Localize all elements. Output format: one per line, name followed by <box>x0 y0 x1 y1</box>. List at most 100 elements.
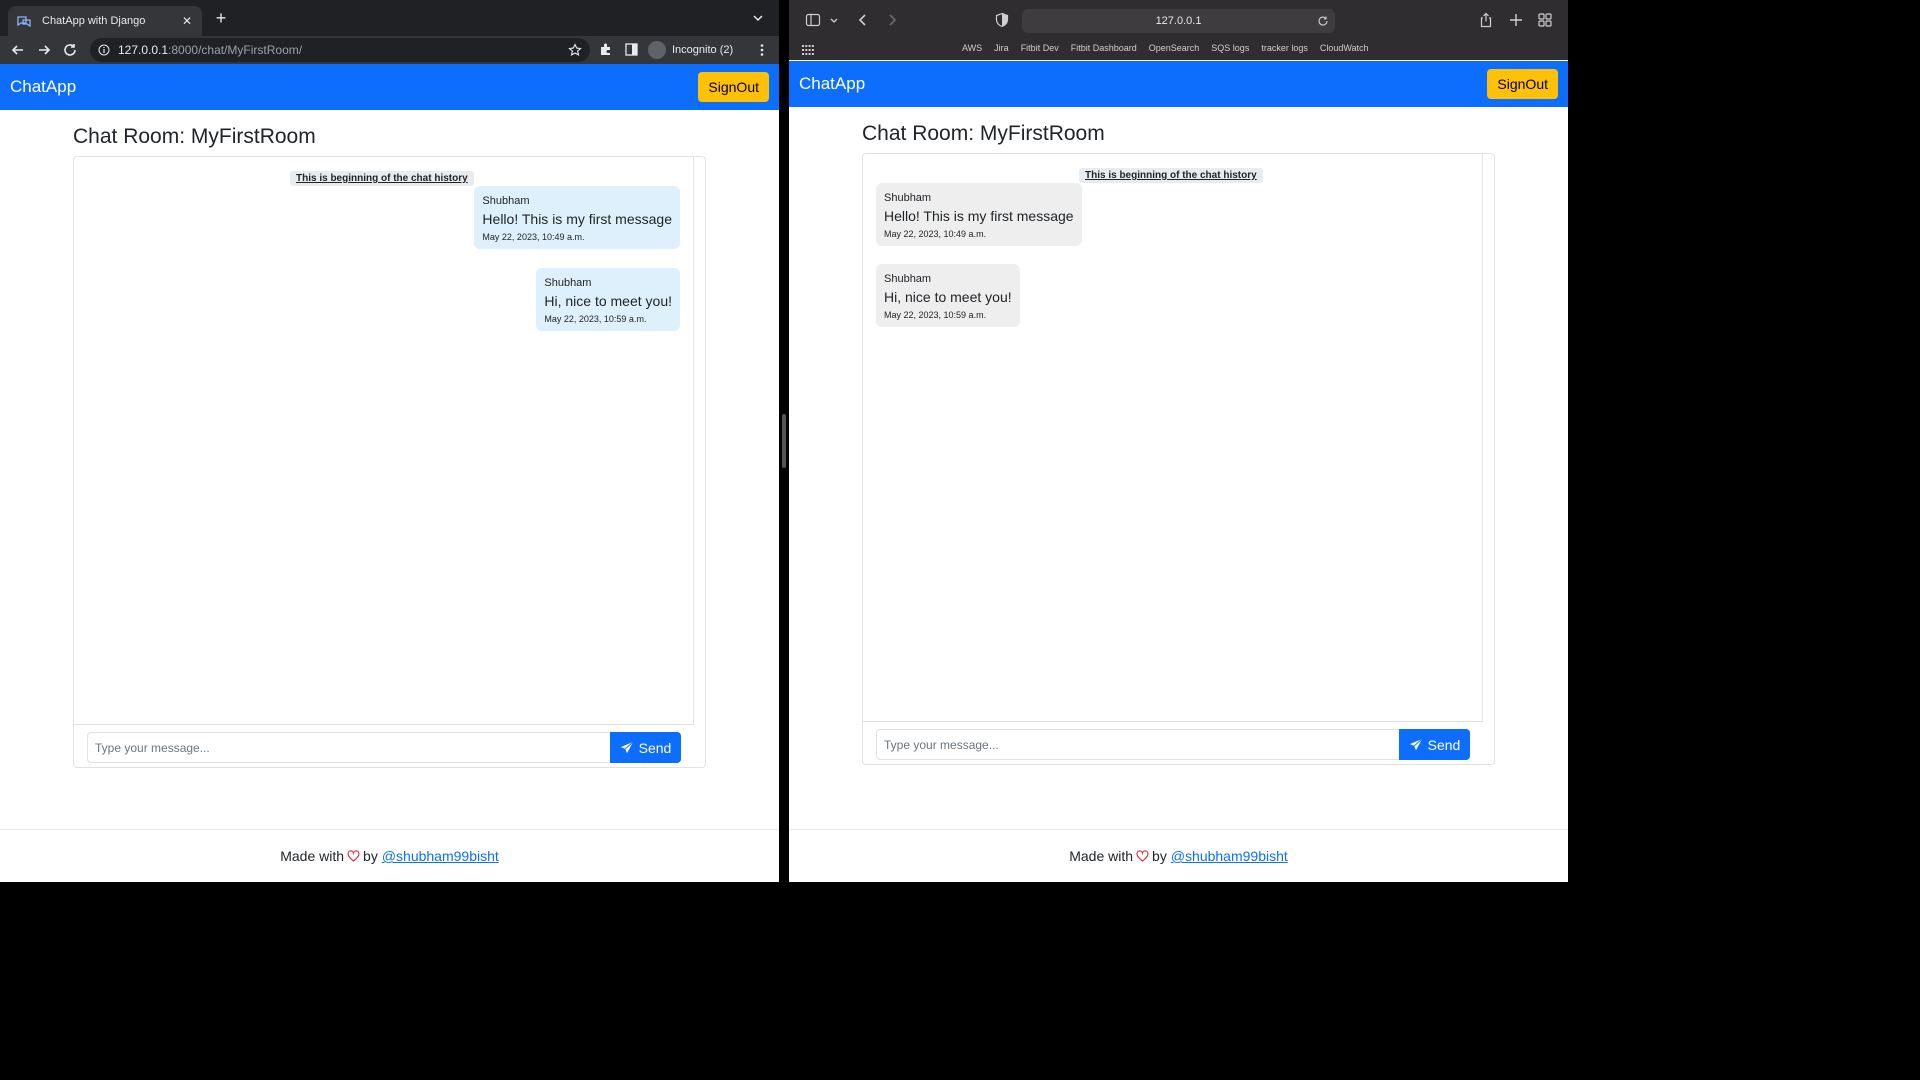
safari-toolbar: 127.0.0.1 <box>789 0 1568 40</box>
reload-icon[interactable] <box>61 41 79 59</box>
message-author: Shubham <box>482 195 530 207</box>
side-panel-icon[interactable] <box>624 42 639 57</box>
url-path: :8000/chat/MyFirstRoom/ <box>168 43 303 57</box>
message-bubble: Shubham Hi, nice to meet you! May 22, 20… <box>876 264 1020 327</box>
message-text: Hi, nice to meet you! <box>544 293 672 309</box>
message-author: Shubham <box>884 273 932 285</box>
safari-window: 127.0.0.1 AWS Jira Fitbit Dev Fitbit Das… <box>789 0 1568 882</box>
send-button[interactable]: Send <box>610 732 681 763</box>
privacy-shield-icon[interactable] <box>994 12 1010 28</box>
paper-plane-icon <box>1409 738 1423 750</box>
extensions-puzzle-icon[interactable] <box>598 42 613 57</box>
signout-button[interactable]: SignOut <box>1487 69 1558 99</box>
author-link[interactable]: @shubham99bisht <box>382 848 499 864</box>
chrome-tab-title: ChatApp with Django <box>42 15 146 27</box>
brand-logo[interactable]: ChatApp <box>10 77 76 97</box>
page-title: Chat Room: MyFirstRoom <box>862 122 1105 145</box>
footer-made-with: Made with <box>280 848 345 864</box>
message-bubble: Shubham Hello! This is my first message … <box>474 186 680 249</box>
message-author: Shubham <box>544 277 592 289</box>
address-bar[interactable]: 127.0.0.1 <box>1022 9 1335 33</box>
chevron-down-icon[interactable] <box>752 12 764 24</box>
message-composer: Send <box>74 724 694 768</box>
bookmark-item[interactable]: CloudWatch <box>1320 43 1369 53</box>
footer: Made with by @shubham99bisht <box>789 829 1568 882</box>
brand-logo[interactable]: ChatApp <box>799 74 865 94</box>
message-timestamp: May 22, 2023, 10:59 a.m. <box>544 314 647 324</box>
split-divider[interactable] <box>779 0 789 882</box>
footer-by: by <box>1152 848 1167 864</box>
chrome-tab-strip: ChatApp with Django ✕ + <box>0 0 779 36</box>
message-timestamp: May 22, 2023, 10:49 a.m. <box>884 229 987 239</box>
address-text: 127.0.0.1 <box>1155 15 1202 27</box>
chat-box: This is beginning of the chat history Sh… <box>73 156 706 768</box>
signout-button[interactable]: SignOut <box>698 72 769 102</box>
info-icon[interactable] <box>98 44 110 56</box>
bookmark-item[interactable]: tracker logs <box>1261 43 1308 53</box>
chat-history[interactable]: This is beginning of the chat history Sh… <box>863 154 1483 721</box>
share-icon[interactable] <box>1478 12 1494 28</box>
forward-chevron-icon[interactable] <box>884 12 900 28</box>
url-host: 127.0.0.1 <box>118 43 169 57</box>
footer: Made with by @shubham99bisht <box>0 829 779 882</box>
author-link[interactable]: @shubham99bisht <box>1171 848 1288 864</box>
navbar: ChatApp SignOut <box>789 61 1568 107</box>
new-tab-icon[interactable] <box>1508 12 1524 28</box>
message-bubble: Shubham Hello! This is my first message … <box>876 183 1082 246</box>
incognito-badge[interactable]: Incognito (2) <box>648 40 734 60</box>
heart-icon <box>1136 850 1149 862</box>
chrome-toolbar: 127.0.0.1:8000/chat/MyFirstRoom/ Incogni… <box>0 36 779 64</box>
chat-favicon-icon <box>17 16 31 28</box>
bookmark-item[interactable]: AWS <box>962 43 982 53</box>
new-tab-icon[interactable]: + <box>212 9 230 27</box>
paper-plane-icon <box>620 741 634 753</box>
message-timestamp: May 22, 2023, 10:59 a.m. <box>884 310 987 320</box>
sidebar-icon[interactable] <box>805 12 821 28</box>
bookmark-star-icon[interactable] <box>568 43 582 57</box>
message-input[interactable] <box>876 729 1401 760</box>
favorites-bar: AWS Jira Fitbit Dev Fitbit Dashboard Ope… <box>789 40 1568 60</box>
footer-made-with: Made with <box>1069 848 1134 864</box>
kebab-menu-icon[interactable] <box>756 43 768 57</box>
send-label: Send <box>1427 736 1461 753</box>
bookmark-item[interactable]: Jira <box>994 43 1009 53</box>
tab-overview-icon[interactable] <box>1537 12 1553 28</box>
reload-icon[interactable] <box>1317 15 1329 27</box>
back-chevron-icon[interactable] <box>855 12 871 28</box>
grid-icon[interactable] <box>802 44 814 56</box>
chat-box: This is beginning of the chat history Sh… <box>862 153 1495 765</box>
bookmark-item[interactable]: Fitbit Dev <box>1021 43 1059 53</box>
message-text: Hi, nice to meet you! <box>884 289 1012 305</box>
heart-icon <box>347 850 360 862</box>
url-text: 127.0.0.1:8000/chat/MyFirstRoom/ <box>118 43 568 57</box>
incognito-icon <box>648 41 666 59</box>
message-input[interactable] <box>87 732 612 763</box>
bookmark-item[interactable]: Fitbit Dashboard <box>1071 43 1137 53</box>
bookmark-item[interactable]: SQS logs <box>1211 43 1249 53</box>
message-author: Shubham <box>884 192 932 204</box>
message-text: Hello! This is my first message <box>884 208 1074 224</box>
divider-handle[interactable] <box>782 414 786 468</box>
chat-history[interactable]: This is beginning of the chat history Sh… <box>74 157 694 724</box>
back-arrow-icon[interactable] <box>9 41 27 59</box>
chrome-tab[interactable]: ChatApp with Django ✕ <box>8 6 202 36</box>
message-composer: Send <box>863 721 1483 765</box>
address-bar[interactable]: 127.0.0.1:8000/chat/MyFirstRoom/ <box>90 38 590 62</box>
chat-page-right: ChatApp SignOut Chat Room: MyFirstRoom T… <box>789 61 1568 882</box>
footer-by: by <box>363 848 378 864</box>
chrome-window: ChatApp with Django ✕ + 127.0.0.1:8000/c… <box>0 0 779 882</box>
bookmark-item[interactable]: OpenSearch <box>1149 43 1200 53</box>
send-button[interactable]: Send <box>1399 729 1470 760</box>
chat-page-left: ChatApp SignOut Chat Room: MyFirstRoom T… <box>0 64 779 882</box>
message-timestamp: May 22, 2023, 10:49 a.m. <box>482 232 585 242</box>
page-title: Chat Room: MyFirstRoom <box>73 125 316 148</box>
bookmark-list: AWS Jira Fitbit Dev Fitbit Dashboard Ope… <box>962 43 1381 53</box>
close-icon[interactable]: ✕ <box>180 14 194 28</box>
chevron-down-icon[interactable] <box>829 12 839 28</box>
send-label: Send <box>638 739 672 756</box>
history-start-note: This is beginning of the chat history <box>1079 168 1263 183</box>
forward-arrow-icon[interactable] <box>35 41 53 59</box>
navbar: ChatApp SignOut <box>0 64 779 110</box>
message-text: Hello! This is my first message <box>482 211 672 227</box>
history-start-note: This is beginning of the chat history <box>290 171 474 186</box>
